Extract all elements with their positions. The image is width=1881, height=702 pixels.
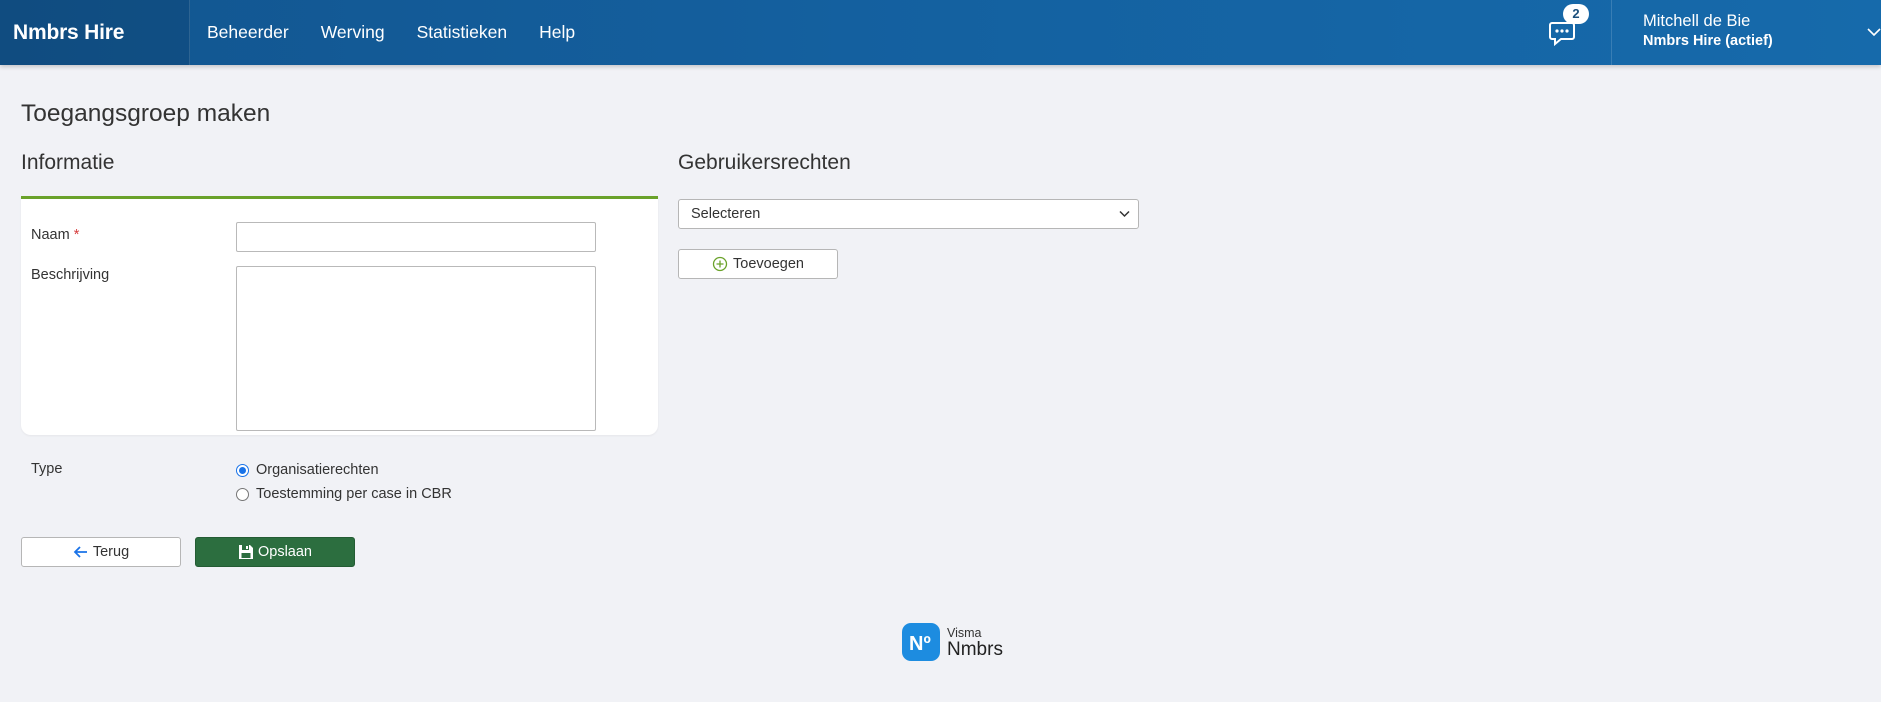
information-card: Naam * Beschrijving: [21, 196, 658, 435]
radio-organisatierechten[interactable]: Organisatierechten: [236, 462, 379, 478]
footer-brand-nmbrs: Nmbrs: [947, 639, 1003, 660]
floppy-disk-icon: [238, 545, 253, 559]
save-button-label: Opslaan: [257, 544, 312, 560]
section-title-informatie: Informatie: [21, 151, 115, 174]
user-menu[interactable]: Mitchell de Bie Nmbrs Hire (actief): [1611, 0, 1881, 65]
page-title: Toegangsgroep maken: [21, 100, 271, 127]
radio-label-organisatierechten: Organisatierechten: [256, 462, 379, 478]
main-nav: Beheerder Werving Statistieken Help: [207, 0, 607, 65]
nav-item-beheerder[interactable]: Beheerder: [207, 0, 289, 65]
add-button-label: Toevoegen: [733, 256, 804, 272]
logo-glyph: Nº: [909, 633, 931, 655]
rights-select-value: Selecteren: [691, 206, 761, 222]
required-mark: *: [73, 227, 80, 243]
type-label: Type: [31, 461, 63, 477]
description-label: Beschrijving: [31, 267, 110, 283]
user-name: Mitchell de Bie: [1643, 12, 1751, 30]
arrow-left-icon: [73, 546, 87, 558]
nmbrs-logo-icon: Nº: [902, 623, 940, 661]
rights-select[interactable]: Selecteren: [678, 199, 1139, 229]
radio-button-unchecked[interactable]: [236, 487, 249, 501]
chat-notification-badge: 2: [1563, 4, 1589, 24]
user-organization: Nmbrs Hire (actief): [1643, 33, 1773, 49]
add-button[interactable]: Toevoegen: [678, 249, 838, 279]
name-input[interactable]: [236, 222, 596, 252]
nav-item-werving[interactable]: Werving: [321, 0, 385, 65]
radio-label-toestemming-per-case: Toestemming per case in CBR: [256, 486, 452, 502]
name-label: Naam *: [31, 227, 79, 243]
save-button[interactable]: Opslaan: [195, 537, 355, 567]
chevron-down-icon: [1867, 28, 1881, 37]
top-navigation-bar: Nmbrs Hire Beheerder Werving Statistieke…: [0, 0, 1881, 65]
footer-brand-visma: Visma: [947, 626, 982, 640]
radio-toestemming-per-case[interactable]: Toestemming per case in CBR: [236, 486, 452, 502]
radio-button-checked[interactable]: [236, 463, 249, 477]
brand-logo[interactable]: Nmbrs Hire: [0, 0, 190, 65]
description-textarea[interactable]: [236, 266, 596, 431]
plus-circle-icon: [712, 256, 728, 272]
name-label-text: Naam: [31, 227, 70, 243]
back-button[interactable]: Terug: [21, 537, 181, 567]
nav-item-statistieken[interactable]: Statistieken: [417, 0, 507, 65]
chevron-down-icon: [1119, 210, 1130, 218]
back-button-label: Terug: [92, 544, 130, 560]
section-title-gebruikersrechten: Gebruikersrechten: [678, 151, 851, 174]
nav-item-help[interactable]: Help: [539, 0, 575, 65]
